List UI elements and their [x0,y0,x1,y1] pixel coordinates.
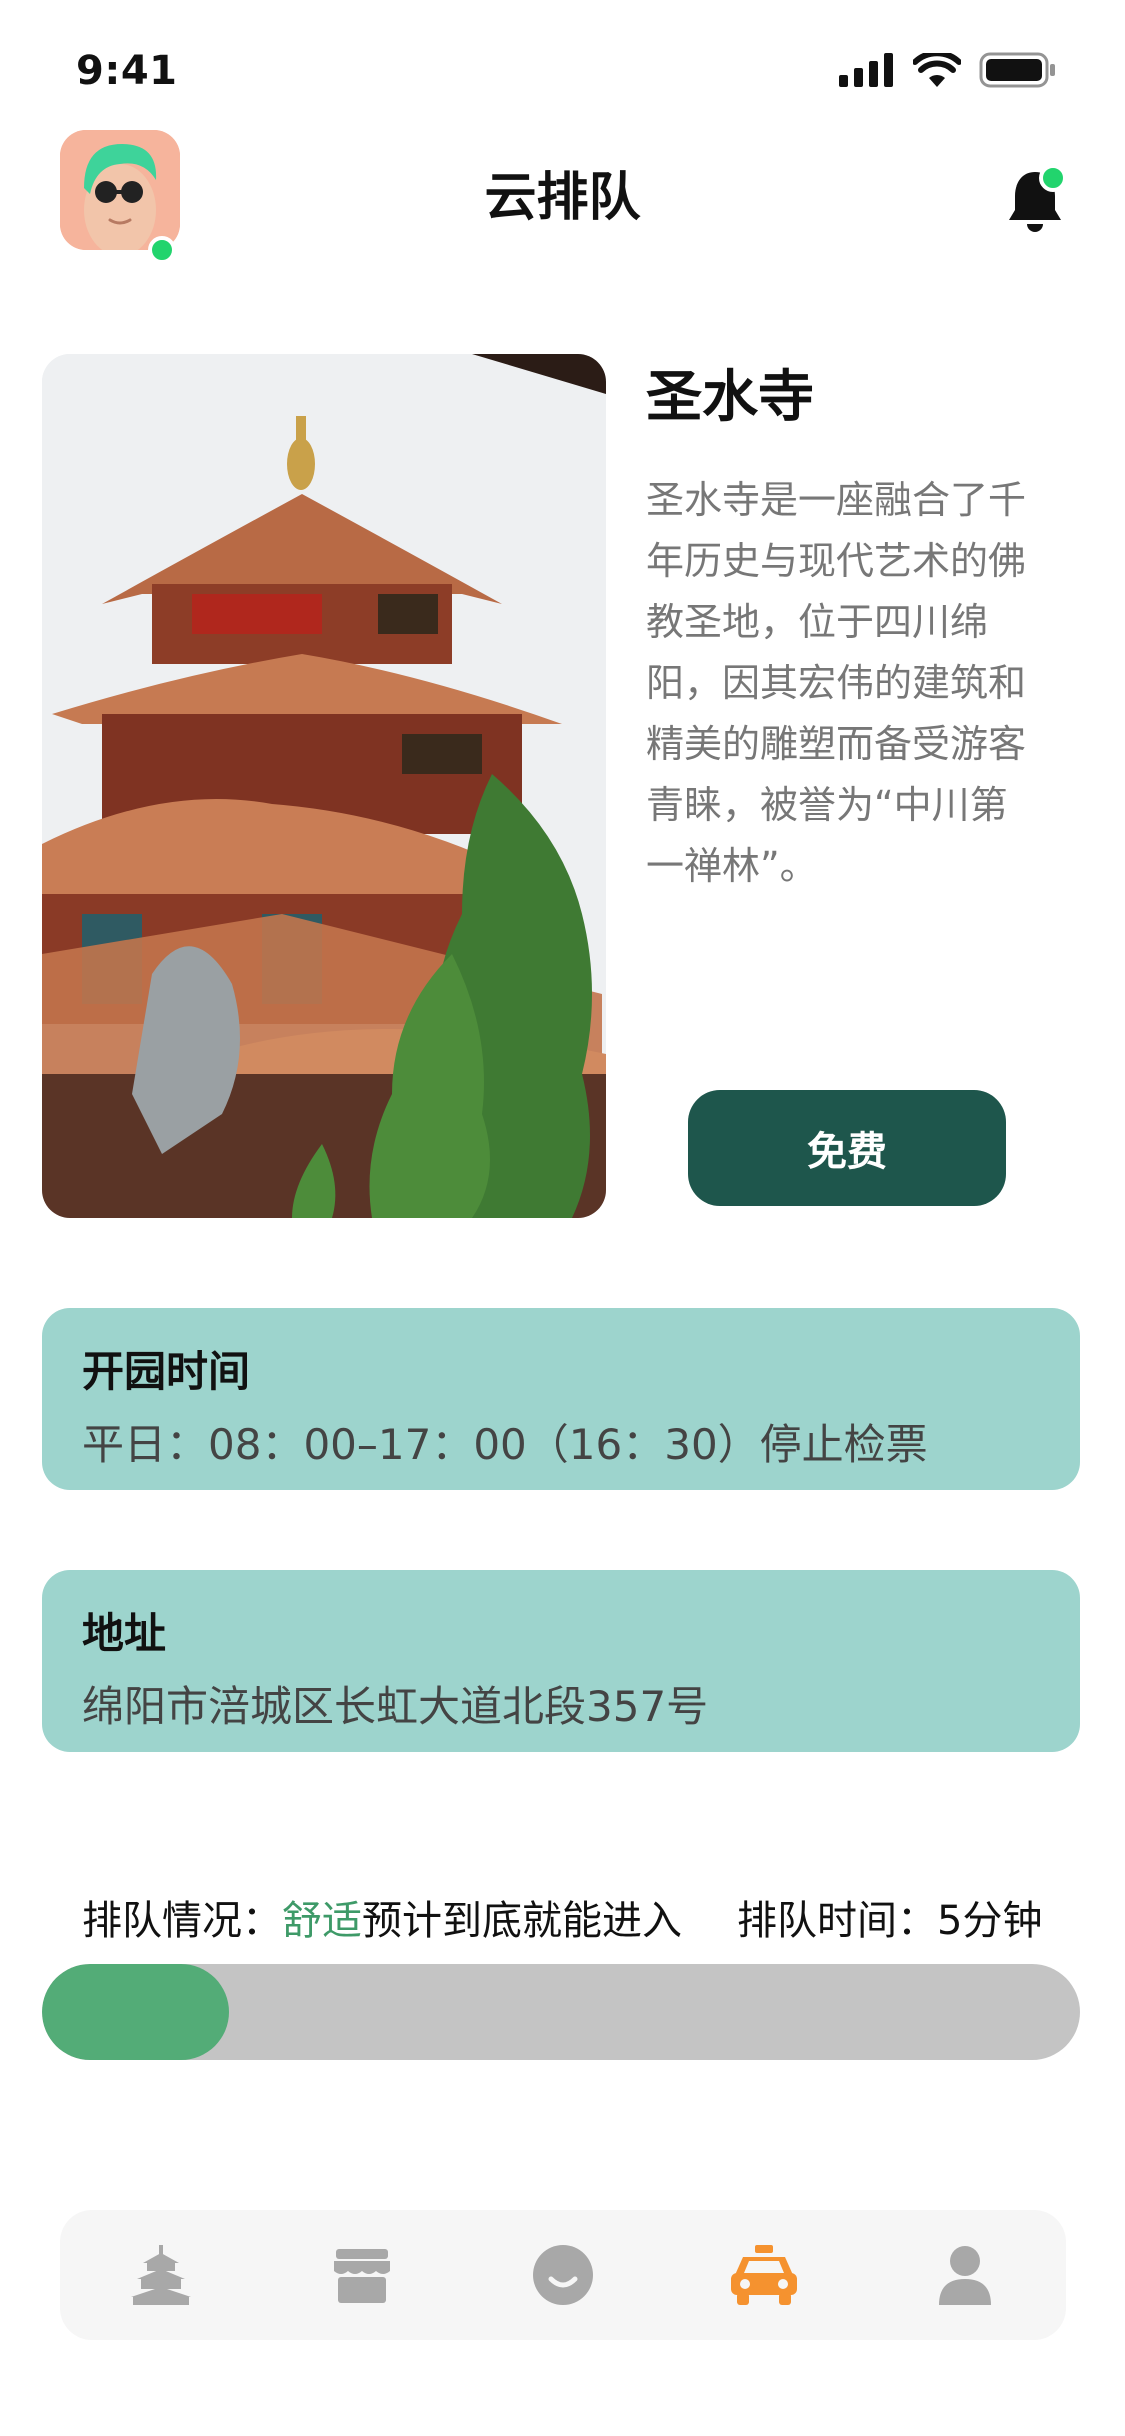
status-icons [839,52,1057,88]
address-card: 地址 绵阳市涪城区长虹大道北段357号 [42,1570,1080,1752]
nav-item-smile[interactable] [523,2235,603,2315]
bell-icon[interactable] [1005,166,1065,236]
address-title: 地址 [82,1609,167,1658]
queue-status-label: 排队情况： [82,1898,282,1944]
free-admission-button[interactable]: 免费 [688,1090,1006,1206]
battery-icon [979,52,1055,88]
queue-progress-fill [42,1964,229,2060]
queue-time-value: 5分钟 [937,1898,1043,1944]
nav-item-temple[interactable] [121,2235,201,2315]
address-value: 绵阳市涪城区长虹大道北段357号 [82,1682,709,1731]
profile-icon [939,2246,992,2305]
queue-status-line: 排队情况：舒适预计到底就能进入 [82,1888,682,1946]
queue-status-value: 舒适 [282,1898,362,1944]
online-status-dot [148,236,176,264]
queue-note: 预计到底就能进入 [362,1898,682,1944]
nav-item-profile[interactable] [925,2235,1005,2315]
shop-icon [333,2249,390,2303]
temple-icon [130,2245,191,2305]
notification-dot [1039,166,1065,192]
opening-hours-title: 开园时间 [82,1347,251,1396]
attraction-description: 圣水寺是一座融合了千年历史与现代艺术的佛教圣地，位于四川绵阳，因其宏伟的建筑和精… [646,478,1027,888]
bottom-nav [60,2210,1066,2340]
taxi-icon [731,2245,798,2305]
status-time: 9:41 [76,48,178,94]
queue-time-line: 排队时间：5分钟 [737,1888,1042,1946]
nav-item-taxi[interactable] [724,2235,804,2315]
page-title: 云排队 [484,168,641,228]
signal-icon [839,53,893,87]
opening-hours-value: 平日：08：00–17：00（16：30）停止检票 [82,1420,928,1469]
wifi-icon [913,53,961,87]
smile-icon [532,2245,593,2305]
temple-photo [42,354,606,1218]
queue-time-label: 排队时间： [737,1898,937,1944]
opening-hours-card: 开园时间 平日：08：00–17：00（16：30）停止检票 [42,1308,1080,1490]
queue-progress-bar [42,1964,1080,2060]
attraction-name: 圣水寺 [646,365,814,430]
nav-item-shop[interactable] [322,2235,402,2315]
